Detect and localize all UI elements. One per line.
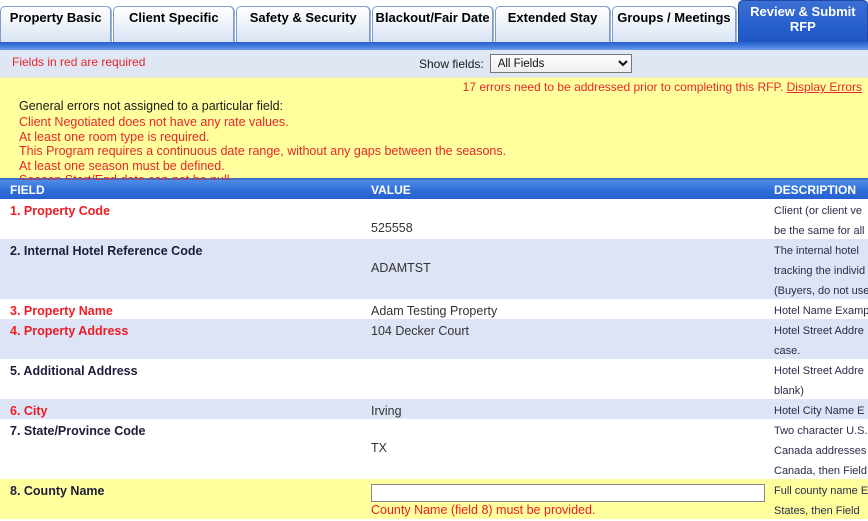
description-line: The internal hotel bbox=[774, 245, 859, 257]
description-line: Canada, then Field bbox=[774, 465, 867, 477]
tab-groups-meetings[interactable]: Groups / Meetings bbox=[612, 6, 736, 42]
description-line: tracking the individ bbox=[774, 265, 866, 277]
display-errors-link[interactable]: Display Errors bbox=[787, 80, 862, 94]
tab-label: Extended Stay bbox=[507, 10, 598, 25]
table-row: 3. Property Name Adam Testing Property Hot… bbox=[0, 299, 868, 319]
column-header-field: FIELD bbox=[10, 183, 45, 197]
bullet-icon: · bbox=[0, 130, 8, 145]
tab-blackout-fair-date[interactable]: Blackout/Fair Date bbox=[372, 6, 493, 42]
general-error-text: This Program requires a continuous date … bbox=[19, 144, 507, 158]
general-error-item: · Client Negotiated does not have any rat… bbox=[0, 115, 506, 130]
field-value: ADAMTST bbox=[371, 261, 431, 275]
tab-label: Blackout/Fair Date bbox=[375, 10, 490, 25]
description-line: be the same for all bbox=[774, 225, 865, 237]
table-row: 4. Property Address 104 Decker Court Hotel… bbox=[0, 319, 868, 359]
bullet-icon: · bbox=[0, 159, 8, 174]
description-line: Hotel Name Examp bbox=[774, 305, 868, 317]
show-fields-label: Show fields: bbox=[419, 56, 484, 71]
tab-client-specific[interactable]: Client Specific bbox=[113, 6, 235, 42]
field-error-message: County Name (field 8) must be provided. bbox=[371, 503, 596, 517]
tab-safety-security[interactable]: Safety & Security bbox=[236, 6, 371, 42]
description-line: Hotel Street Addre bbox=[774, 365, 864, 377]
description-line: States, then Field bbox=[774, 505, 860, 517]
tab-label: Groups / Meetings bbox=[617, 10, 731, 25]
general-error-item: · At least one season must be defined. bbox=[0, 159, 506, 174]
fields-table-body: 1. Property Code 525558 Client (or client … bbox=[0, 199, 868, 519]
error-count-line: 17 errors need to be addressed prior to … bbox=[463, 80, 862, 94]
tab-bar-underline bbox=[0, 42, 868, 50]
field-value: Adam Testing Property bbox=[371, 304, 498, 318]
field-description: The internal hotel tracking the individ (… bbox=[774, 241, 868, 301]
table-row: 8. County Name County Name (field 8) must… bbox=[0, 479, 868, 519]
bullet-icon: · bbox=[0, 144, 8, 159]
fields-table: FIELD VALUE DESCRIPTION 1. Property Code… bbox=[0, 180, 868, 519]
tab-label: Client Specific bbox=[128, 10, 219, 25]
field-description: Two character U.S. Canada addresses Canad… bbox=[774, 421, 868, 481]
description-line: Hotel City Name E bbox=[774, 405, 865, 417]
description-line: Hotel Street Addre bbox=[774, 325, 864, 337]
table-row: 2. Internal Hotel Reference Code ADAMTST T… bbox=[0, 239, 868, 299]
tab-bar: Property Basic Client Specific Safety & Se… bbox=[0, 0, 868, 42]
general-error-text: Client Negotiated does not have any rate… bbox=[19, 115, 289, 129]
description-line: Client (or client ve bbox=[774, 205, 863, 217]
tab-review-submit-rfp[interactable]: Review & Submit RFP bbox=[737, 0, 868, 42]
general-errors-list: · Client Negotiated does not have any rat… bbox=[0, 115, 506, 188]
column-header-description: DESCRIPTION bbox=[774, 183, 857, 197]
column-header-value: VALUE bbox=[371, 183, 411, 197]
field-description: Hotel Name Examp bbox=[774, 301, 868, 321]
show-fields-control: Show fields: All Fields bbox=[419, 54, 632, 73]
tab-label: Property Basic bbox=[9, 10, 102, 25]
field-label: 1. Property Code bbox=[10, 204, 111, 218]
field-label: 3. Property Name bbox=[10, 304, 113, 318]
rfp-review-page: Property Basic Client Specific Safety & Se… bbox=[0, 0, 868, 521]
show-fields-select[interactable]: All Fields bbox=[489, 54, 632, 73]
description-line: Full county name E bbox=[774, 485, 868, 497]
field-description: Client (or client ve be the same for all bbox=[774, 201, 868, 241]
field-description: Hotel City Name E bbox=[774, 401, 868, 421]
tab-label: Safety & Security bbox=[249, 10, 357, 25]
fields-table-header: FIELD VALUE DESCRIPTION bbox=[0, 180, 868, 199]
field-description: Hotel Street Addre blank) bbox=[774, 361, 868, 401]
tab-label: Review & Submit RFP bbox=[750, 4, 856, 34]
error-summary-panel: 17 errors need to be addressed prior to … bbox=[0, 78, 868, 187]
description-line: blank) bbox=[774, 385, 804, 397]
general-errors-heading: General errors not assigned to a particu… bbox=[19, 99, 284, 113]
sub-header: Fields in red are required Show fields: … bbox=[0, 50, 868, 78]
field-label: 5. Additional Address bbox=[10, 364, 138, 378]
field-description: Hotel Street Addre case. bbox=[774, 321, 868, 361]
description-line: case. bbox=[774, 345, 801, 357]
description-line: Two character U.S. bbox=[774, 425, 868, 437]
general-error-text: At least one room type is required. bbox=[19, 129, 210, 144]
table-row: 6. City Irving Hotel City Name E bbox=[0, 399, 868, 419]
tab-property-basic[interactable]: Property Basic bbox=[0, 6, 112, 42]
error-count-text: 17 errors need to be addressed prior to … bbox=[462, 80, 784, 94]
tab-extended-stay[interactable]: Extended Stay bbox=[494, 6, 611, 42]
required-fields-note: Fields in red are required bbox=[12, 55, 146, 69]
field-label: 4. Property Address bbox=[10, 324, 129, 338]
field-value: 525558 bbox=[371, 221, 413, 235]
general-error-item: · At least one room type is required. bbox=[0, 130, 506, 145]
field-value: TX bbox=[371, 441, 387, 455]
general-error-item: · This Program requires a continuous date… bbox=[0, 144, 506, 159]
field-label: 7. State/Province Code bbox=[10, 424, 146, 438]
description-line: Canada addresses bbox=[774, 445, 867, 457]
field-value: Irving bbox=[371, 404, 402, 418]
description-line: (Buyers, do not use bbox=[774, 285, 868, 297]
general-error-text: At least one season must be defined. bbox=[19, 158, 225, 173]
field-description: Full county name E States, then Field bbox=[774, 481, 868, 521]
table-row: 5. Additional Address Hotel Street Addre b… bbox=[0, 359, 868, 399]
field-label: 6. City bbox=[10, 404, 48, 418]
table-row: 1. Property Code 525558 Client (or client … bbox=[0, 199, 868, 239]
table-row: 7. State/Province Code TX Two character U.… bbox=[0, 419, 868, 479]
field-value: 104 Decker Court bbox=[371, 324, 469, 338]
county-name-input[interactable] bbox=[371, 484, 765, 502]
bullet-icon: · bbox=[0, 115, 8, 130]
field-label: 2. Internal Hotel Reference Code bbox=[10, 244, 203, 258]
field-label: 8. County Name bbox=[10, 484, 105, 498]
